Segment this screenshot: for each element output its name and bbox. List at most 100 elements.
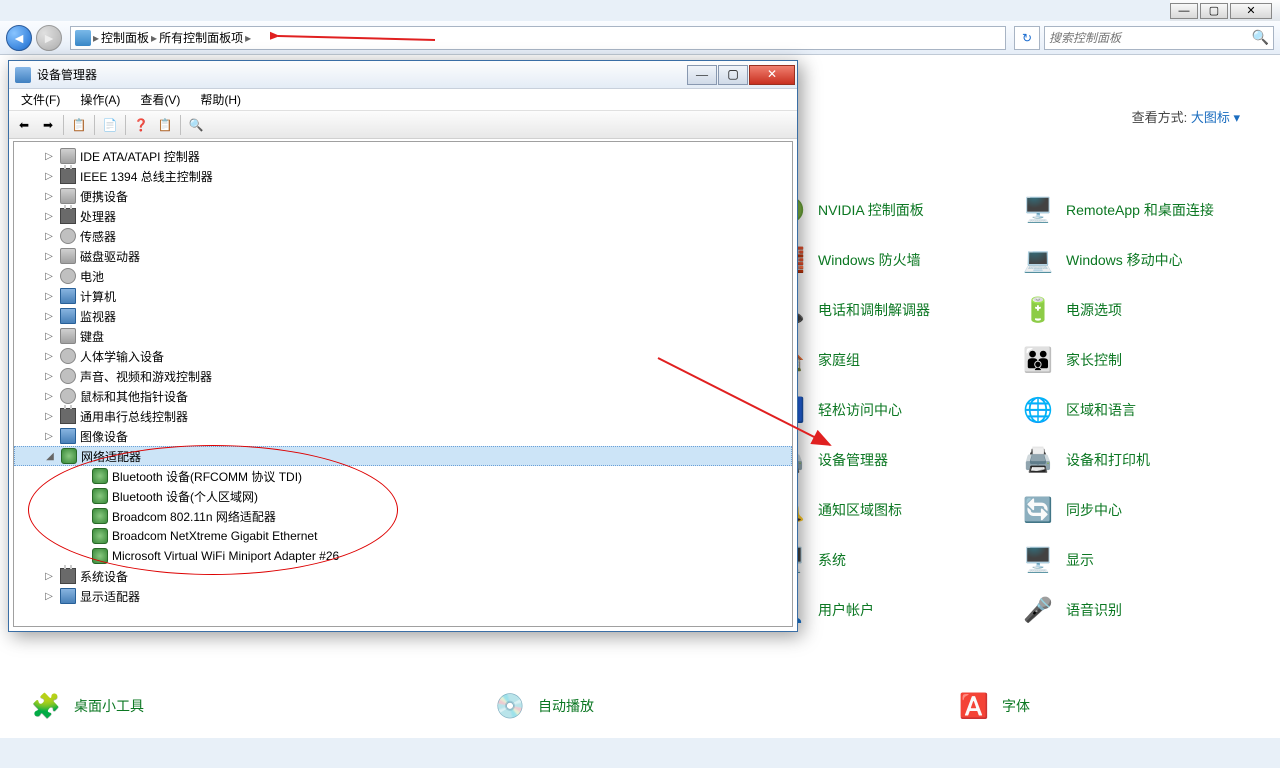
cp-item-设备管理器[interactable]: 🖨️设备管理器 xyxy=(774,435,1022,485)
back-button[interactable]: ◄ xyxy=(6,25,32,51)
toolbar-button[interactable]: 📄 xyxy=(99,114,121,136)
expand-toggle[interactable]: ▷ xyxy=(42,191,56,202)
menu-查看(V)[interactable]: 查看(V) xyxy=(132,90,188,109)
expand-toggle[interactable]: ▷ xyxy=(42,391,56,402)
tree-node-人体学输入设备[interactable]: ▷人体学输入设备 xyxy=(14,346,792,366)
tree-node-IEEE 1394 总线主控制器[interactable]: ▷ IEEE 1394 总线主控制器 xyxy=(14,166,792,186)
menu-文件(F)[interactable]: 文件(F) xyxy=(13,90,68,109)
tree-node-IDE ATA/ATAPI 控制器[interactable]: ▷IDE ATA/ATAPI 控制器 xyxy=(14,146,792,166)
cp-item-字体[interactable]: 🅰️字体 xyxy=(958,690,1206,722)
tree-node-键盘[interactable]: ▷键盘 xyxy=(14,326,792,346)
cp-item-label: 电源选项 xyxy=(1066,300,1122,320)
dm-maximize-button[interactable]: ▢ xyxy=(718,65,748,85)
expand-toggle[interactable]: ▷ xyxy=(42,351,56,362)
expand-toggle[interactable]: ▷ xyxy=(42,171,56,182)
tree-node-监视器[interactable]: ▷ 监视器 xyxy=(14,306,792,326)
cp-item-电话和调制解调器[interactable]: 📞电话和调制解调器 xyxy=(774,285,1022,335)
tree-node-电池[interactable]: ▷电池 xyxy=(14,266,792,286)
cp-item-桌面小工具[interactable]: 🧩桌面小工具 xyxy=(30,690,278,722)
maximize-button[interactable]: ▢ xyxy=(1200,3,1228,19)
expand-toggle[interactable]: ▷ xyxy=(42,291,56,302)
device-tree[interactable]: ▷IDE ATA/ATAPI 控制器▷IEEE 1394 总线主控制器▷便携设备… xyxy=(13,141,793,627)
tree-node-Bluetooth 设备(RFCOMM 协议 TDI)[interactable]: Bluetooth 设备(RFCOMM 协议 TDI) xyxy=(14,466,792,486)
device-manager-titlebar[interactable]: 设备管理器 — ▢ ✕ xyxy=(9,61,797,89)
toolbar-button[interactable]: ❓ xyxy=(130,114,152,136)
refresh-button[interactable]: ↻ xyxy=(1014,26,1040,50)
expand-toggle[interactable]: ▷ xyxy=(42,251,56,262)
tree-node-声音、视频和游戏控制器[interactable]: ▷声音、视频和游戏控制器 xyxy=(14,366,792,386)
toolbar-button[interactable]: 📋 xyxy=(68,114,90,136)
breadcrumb-item-0[interactable]: 控制面板 xyxy=(101,29,149,46)
tree-node-处理器[interactable]: ▷处理器 xyxy=(14,206,792,226)
menu-帮助(H)[interactable]: 帮助(H) xyxy=(192,90,249,109)
tree-node-便携设备[interactable]: ▷便携设备 xyxy=(14,186,792,206)
expand-toggle[interactable]: ◢ xyxy=(43,451,57,462)
cp-item-系统[interactable]: 🖥️系统 xyxy=(774,535,1022,585)
cp-item-用户帐户[interactable]: 👤用户帐户 xyxy=(774,585,1022,635)
minimize-button[interactable]: — xyxy=(1170,3,1198,19)
tree-node-Bluetooth 设备(个人区域网)[interactable]: Bluetooth 设备(个人区域网) xyxy=(14,486,792,506)
expand-toggle[interactable]: ▷ xyxy=(42,311,56,322)
expand-toggle[interactable]: ▷ xyxy=(42,271,56,282)
explorer-nav-bar: ◄ ► ▸ 控制面板 ▸ 所有控制面板项 ▸ ↻ 🔍 xyxy=(0,21,1280,55)
cp-item-设备和打印机[interactable]: 🖨️设备和打印机 xyxy=(1022,435,1270,485)
device-icon xyxy=(60,408,76,424)
toolbar-button[interactable]: 🔍 xyxy=(185,114,207,136)
cp-item-NVIDIA 控制面板[interactable]: 🟢NVIDIA 控制面板 xyxy=(774,185,1022,235)
cp-item-轻松访问中心[interactable]: ♿轻松访问中心 xyxy=(774,385,1022,435)
tree-node-计算机[interactable]: ▷计算机 xyxy=(14,286,792,306)
cp-item-通知区域图标[interactable]: 🔔通知区域图标 xyxy=(774,485,1022,535)
device-icon xyxy=(60,308,76,324)
toolbar-button[interactable]: ⬅ xyxy=(13,114,35,136)
cp-item-Windows 移动中心[interactable]: 💻Windows 移动中心 xyxy=(1022,235,1270,285)
tree-node-Microsoft Virtual WiFi Miniport Adapter #26[interactable]: Microsoft Virtual WiFi Miniport Adapter … xyxy=(14,546,792,566)
search-icon[interactable]: 🔍 xyxy=(1252,29,1269,46)
expand-toggle[interactable]: ▷ xyxy=(42,371,56,382)
tree-node-label: IEEE 1394 总线主控制器 xyxy=(80,168,213,185)
device-manager-title: 设备管理器 xyxy=(37,66,686,83)
device-icon xyxy=(60,588,76,604)
expand-toggle[interactable]: ▷ xyxy=(42,211,56,222)
expand-toggle[interactable]: ▷ xyxy=(42,331,56,342)
cp-item-同步中心[interactable]: 🔄同步中心 xyxy=(1022,485,1270,535)
expand-toggle[interactable]: ▷ xyxy=(42,591,56,602)
tree-node-通用串行总线控制器[interactable]: ▷通用串行总线控制器 xyxy=(14,406,792,426)
expand-toggle[interactable]: ▷ xyxy=(42,571,56,582)
close-button[interactable]: ✕ xyxy=(1230,3,1272,19)
cp-item-区域和语言[interactable]: 🌐区域和语言 xyxy=(1022,385,1270,435)
cp-item-RemoteApp 和桌面连接[interactable]: 🖥️RemoteApp 和桌面连接 xyxy=(1022,185,1270,235)
toolbar-button[interactable]: 📋 xyxy=(154,114,176,136)
tree-node-网络适配器[interactable]: ◢网络适配器 xyxy=(14,446,792,466)
cp-item-label: 显示 xyxy=(1066,550,1094,570)
dm-minimize-button[interactable]: — xyxy=(687,65,717,85)
dm-close-button[interactable]: ✕ xyxy=(749,65,795,85)
tree-node-label: 监视器 xyxy=(80,308,116,325)
toolbar-button[interactable]: ➡ xyxy=(37,114,59,136)
cp-item-家庭组[interactable]: 🏠家庭组 xyxy=(774,335,1022,385)
cp-item-Windows 防火墙[interactable]: 🧱Windows 防火墙 xyxy=(774,235,1022,285)
expand-toggle[interactable]: ▷ xyxy=(42,151,56,162)
tree-node-显示适配器[interactable]: ▷显示适配器 xyxy=(14,586,792,606)
tree-node-鼠标和其他指针设备[interactable]: ▷鼠标和其他指针设备 xyxy=(14,386,792,406)
forward-button[interactable]: ► xyxy=(36,25,62,51)
breadcrumb-item-1[interactable]: 所有控制面板项 xyxy=(159,29,243,46)
search-box[interactable]: 🔍 xyxy=(1044,26,1274,50)
tree-node-Broadcom NetXtreme Gigabit Ethernet[interactable]: Broadcom NetXtreme Gigabit Ethernet xyxy=(14,526,792,546)
expand-toggle[interactable]: ▷ xyxy=(42,431,56,442)
expand-toggle[interactable]: ▷ xyxy=(42,411,56,422)
tree-node-传感器[interactable]: ▷传感器 xyxy=(14,226,792,246)
expand-toggle[interactable]: ▷ xyxy=(42,231,56,242)
cp-item-语音识别[interactable]: 🎤语音识别 xyxy=(1022,585,1270,635)
view-mode-link[interactable]: 大图标 ▾ xyxy=(1191,110,1240,125)
tree-node-系统设备[interactable]: ▷系统设备 xyxy=(14,566,792,586)
tree-node-图像设备[interactable]: ▷图像设备 xyxy=(14,426,792,446)
cp-item-自动播放[interactable]: 💿自动播放 xyxy=(494,690,742,722)
cp-item-电源选项[interactable]: 🔋电源选项 xyxy=(1022,285,1270,335)
breadcrumb[interactable]: ▸ 控制面板 ▸ 所有控制面板项 ▸ xyxy=(70,26,1006,50)
search-input[interactable] xyxy=(1049,31,1252,45)
menu-操作(A)[interactable]: 操作(A) xyxy=(72,90,128,109)
cp-item-显示[interactable]: 🖥️显示 xyxy=(1022,535,1270,585)
tree-node-Broadcom 802.11n 网络适配器[interactable]: Broadcom 802.11n 网络适配器 xyxy=(14,506,792,526)
tree-node-磁盘驱动器[interactable]: ▷磁盘驱动器 xyxy=(14,246,792,266)
cp-item-家长控制[interactable]: 👪家长控制 xyxy=(1022,335,1270,385)
